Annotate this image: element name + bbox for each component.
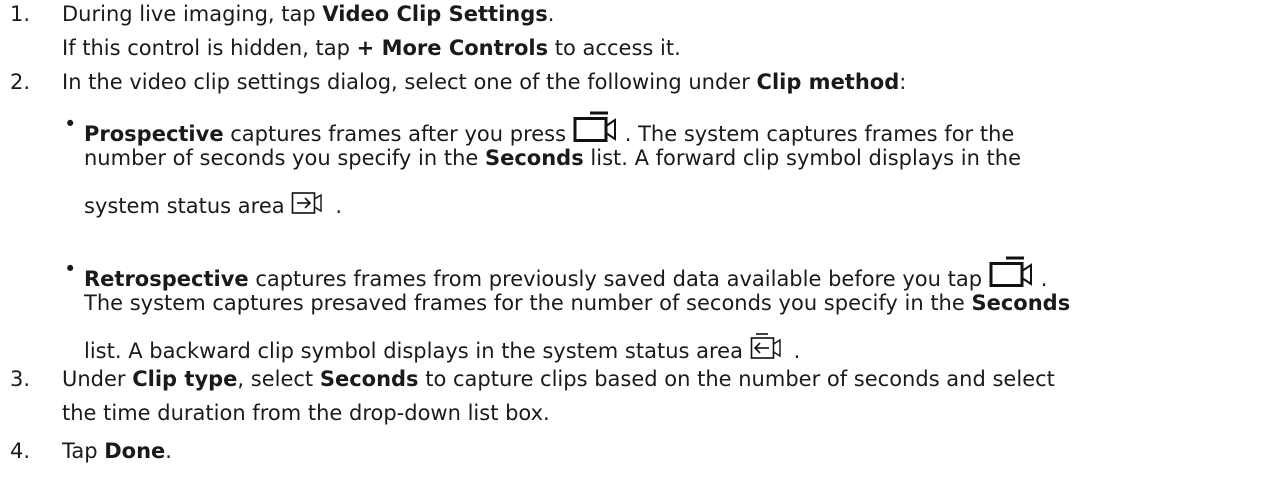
text: . (165, 439, 172, 463)
step-number: 1. (10, 2, 31, 26)
step-4-line-1: Tap Done. (62, 438, 172, 464)
text: , select (237, 367, 320, 391)
text: The system captures presaved frames for … (84, 291, 972, 315)
step-1-line-1: During live imaging, tap Video Clip Sett… (62, 1, 554, 27)
ui-term: Clip type (132, 367, 238, 391)
step-3-line-2: the time duration from the drop-down lis… (62, 400, 550, 426)
text: to access it. (548, 36, 681, 60)
step-3-line-1: Under Clip type, select Seconds to captu… (62, 366, 1055, 392)
bullet-marker: • (64, 112, 77, 136)
ui-term: Clip method (756, 70, 900, 94)
ui-term: Seconds (319, 367, 419, 391)
text: . (793, 339, 801, 363)
ui-term: + More Controls (356, 36, 549, 60)
text: If this control is hidden, tap (62, 36, 357, 60)
text: captures frames from previously saved da… (248, 267, 989, 291)
bullet-retrospective-line-2: The system captures presaved frames for … (84, 290, 1070, 316)
bullet-marker: • (64, 257, 77, 281)
text: During live imaging, tap (62, 2, 323, 26)
text: . (335, 194, 342, 218)
bullet-prospective-line-2: number of seconds you specify in the Sec… (84, 145, 1021, 171)
step-number: 3. (10, 367, 31, 391)
forward-clip-icon (291, 187, 335, 223)
text: . (1040, 267, 1048, 291)
ui-term: Seconds (971, 291, 1071, 315)
text: Tap (62, 439, 105, 463)
text: In the video clip settings dialog, selec… (62, 70, 757, 94)
text: . The system captures frames for the (624, 122, 1015, 146)
text: number of seconds you specify in the (84, 146, 485, 170)
text: list. A forward clip symbol displays in … (583, 146, 1022, 170)
bullet-retrospective-line-3: list. A backward clip symbol displays in… (84, 332, 800, 368)
text: Under (62, 367, 133, 391)
ui-term: Done (104, 439, 166, 463)
step-number: 2. (10, 70, 31, 94)
text: : (899, 70, 907, 94)
step-2-line-1: In the video clip settings dialog, selec… (62, 69, 906, 95)
text: to capture clips based on the number of … (418, 367, 1055, 391)
bullet-prospective-line-3: system status area . (84, 187, 342, 223)
term: Retrospective (84, 267, 249, 291)
text: list. A backward clip symbol displays in… (84, 339, 750, 363)
text: the time duration from the drop-down lis… (62, 401, 550, 425)
ui-term: Video Clip Settings (322, 2, 548, 26)
text: captures frames after you press (223, 122, 573, 146)
step-1-line-2: If this control is hidden, tap + More Co… (62, 35, 681, 61)
step-number: 4. (10, 439, 31, 463)
text: . (547, 2, 555, 26)
ui-term: Seconds (484, 146, 584, 170)
term: Prospective (84, 122, 224, 146)
backward-clip-icon (750, 332, 794, 368)
text: system status area (84, 194, 292, 218)
